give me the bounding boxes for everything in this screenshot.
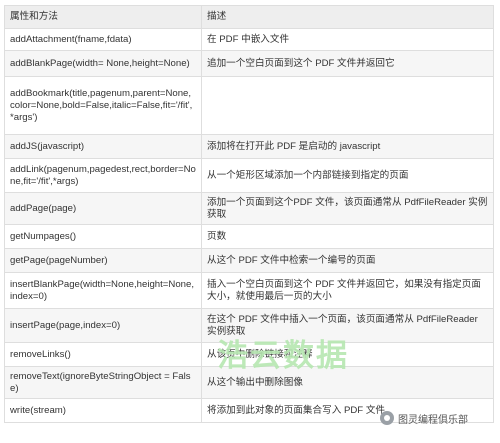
description-cell: 追加一个空白页面到这个 PDF 文件并返回它 <box>201 50 494 77</box>
method-cell: addPage(page) <box>4 192 202 225</box>
method-cell: insertBlankPage(width=None,height=None,i… <box>4 272 202 309</box>
table-row: removeLinks() 从该页中删除链接和注释 <box>4 342 494 367</box>
description-cell: 插入一个空白页面到这个 PDF 文件并返回它，如果没有指定页面大小，就使用最后一… <box>201 272 494 309</box>
method-cell: addAttachment(fname,fdata) <box>4 28 202 51</box>
header-description: 描述 <box>201 5 494 29</box>
table-row: removeText(ignoreByteStringObject = Fals… <box>4 366 494 399</box>
table-row: insertPage(page,index=0) 在这个 PDF 文件中插入一个… <box>4 308 494 343</box>
club-logo-icon <box>380 411 394 425</box>
method-cell: addJS(javascript) <box>4 134 202 159</box>
description-cell: 页数 <box>201 224 494 249</box>
method-cell: insertPage(page,index=0) <box>4 308 202 343</box>
methods-table: 属性和方法 描述 addAttachment(fname,fdata) 在 PD… <box>4 5 494 423</box>
description-cell: 从该页中删除链接和注释 <box>201 342 494 367</box>
description-cell: 从这个输出中删除图像 <box>201 366 494 399</box>
description-cell <box>201 76 494 135</box>
method-cell: removeLinks() <box>4 342 202 367</box>
watermark-badge: 图灵编程俱乐部 <box>380 407 468 429</box>
watermark-badge-label: 图灵编程俱乐部 <box>398 414 468 426</box>
method-cell: addBookmark(title,pagenum,parent=None, c… <box>4 76 202 135</box>
table-row: addAttachment(fname,fdata) 在 PDF 中嵌入文件 <box>4 28 494 51</box>
method-cell: addBlankPage(width= None,height=None) <box>4 50 202 77</box>
table-header-row: 属性和方法 描述 <box>4 5 494 29</box>
description-cell: 从一个矩形区域添加一个内部链接到指定的页面 <box>201 158 494 193</box>
description-cell: 在这个 PDF 文件中插入一个页面，该页面通常从 PdfFileReader 实… <box>201 308 494 343</box>
description-cell: 在 PDF 中嵌入文件 <box>201 28 494 51</box>
table-row: addBlankPage(width= None,height=None) 追加… <box>4 50 494 77</box>
table-row: getPage(pageNumber) 从这个 PDF 文件中检索一个编号的页面 <box>4 248 494 273</box>
table-row: addJS(javascript) 添加将在打开此 PDF 是启动的 javas… <box>4 134 494 159</box>
method-cell: removeText(ignoreByteStringObject = Fals… <box>4 366 202 399</box>
description-cell: 添加将在打开此 PDF 是启动的 javascript <box>201 134 494 159</box>
table-row: insertBlankPage(width=None,height=None,i… <box>4 272 494 309</box>
description-cell: 添加一个页面到这个PDF 文件，该页面通常从 PdfFileReader 实例获… <box>201 192 494 225</box>
method-cell: getPage(pageNumber) <box>4 248 202 273</box>
table-row: getNumpages() 页数 <box>4 224 494 249</box>
header-methods: 属性和方法 <box>4 5 202 29</box>
method-cell: getNumpages() <box>4 224 202 249</box>
method-cell: addLink(pagenum,pagedest,rect,border=Non… <box>4 158 202 193</box>
method-cell: write(stream) <box>4 398 202 423</box>
table-row: addLink(pagenum,pagedest,rect,border=Non… <box>4 158 494 193</box>
description-cell: 从这个 PDF 文件中检索一个编号的页面 <box>201 248 494 273</box>
table-row: addBookmark(title,pagenum,parent=None, c… <box>4 76 494 135</box>
table-row: addPage(page) 添加一个页面到这个PDF 文件，该页面通常从 Pdf… <box>4 192 494 225</box>
